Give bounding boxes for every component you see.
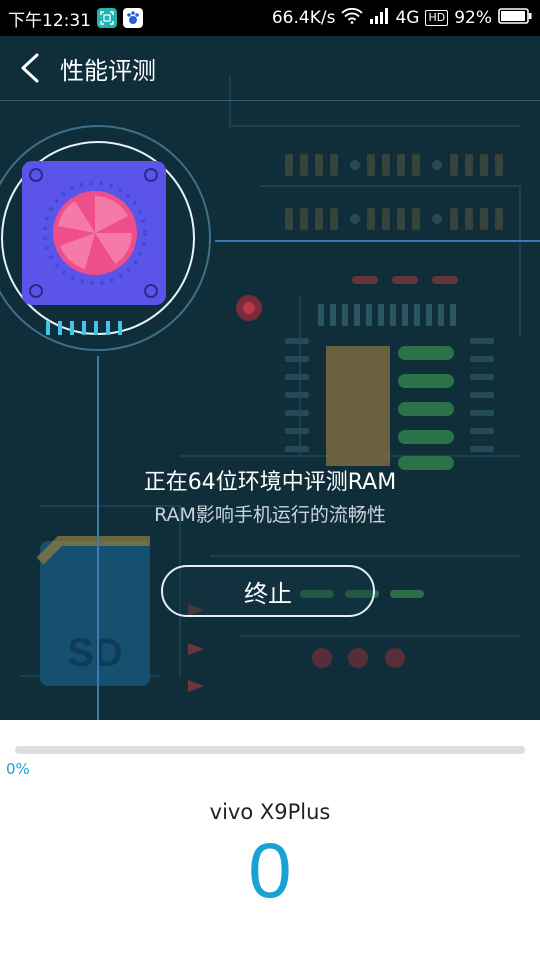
- test-title: 正在64位环境中评测RAM: [143, 470, 397, 495]
- test-subtitle: RAM影响手机运行的流畅性: [154, 504, 386, 526]
- test-status: 正在64位环境中评测RAM RAM影响手机运行的流畅性: [0, 464, 540, 527]
- status-time: 下午12:31: [8, 10, 91, 31]
- wifi-icon: [341, 7, 364, 29]
- stop-button[interactable]: 终止: [161, 565, 375, 617]
- back-button[interactable]: [0, 36, 60, 100]
- hd-icon: HD: [425, 10, 449, 26]
- signal-icon: [369, 7, 389, 29]
- battery-level: 92%: [454, 8, 492, 28]
- circuit-board-illustration: SD: [0, 36, 540, 720]
- scan-app-icon: [97, 8, 117, 28]
- network-speed: 66.4K/s: [271, 8, 336, 28]
- progress-bar: [15, 746, 525, 754]
- progress-label: 0%: [6, 760, 30, 778]
- battery-icon: [498, 7, 532, 29]
- screen: 下午12:31 66.4K/s 4G HD 92% SD 性能评测 正在64位环…: [0, 0, 540, 960]
- chevron-left-icon: [21, 53, 39, 83]
- svg-text:SD: SD: [67, 631, 123, 675]
- benchmark-score: 0: [248, 826, 292, 914]
- nav-bar: 性能评测: [0, 36, 540, 101]
- baidu-app-icon: [123, 8, 143, 28]
- status-bar: 下午12:31 66.4K/s 4G HD 92%: [0, 0, 540, 36]
- network-type: 4G: [395, 8, 420, 28]
- benchmark-panel: SD 性能评测 正在64位环境中评测RAM RAM影响手机运行的流畅性 终止: [0, 36, 540, 720]
- result-panel: 0% vivo X9Plus 0: [0, 720, 540, 960]
- page-title: 性能评测: [60, 56, 156, 85]
- device-name: vivo X9Plus: [209, 800, 331, 824]
